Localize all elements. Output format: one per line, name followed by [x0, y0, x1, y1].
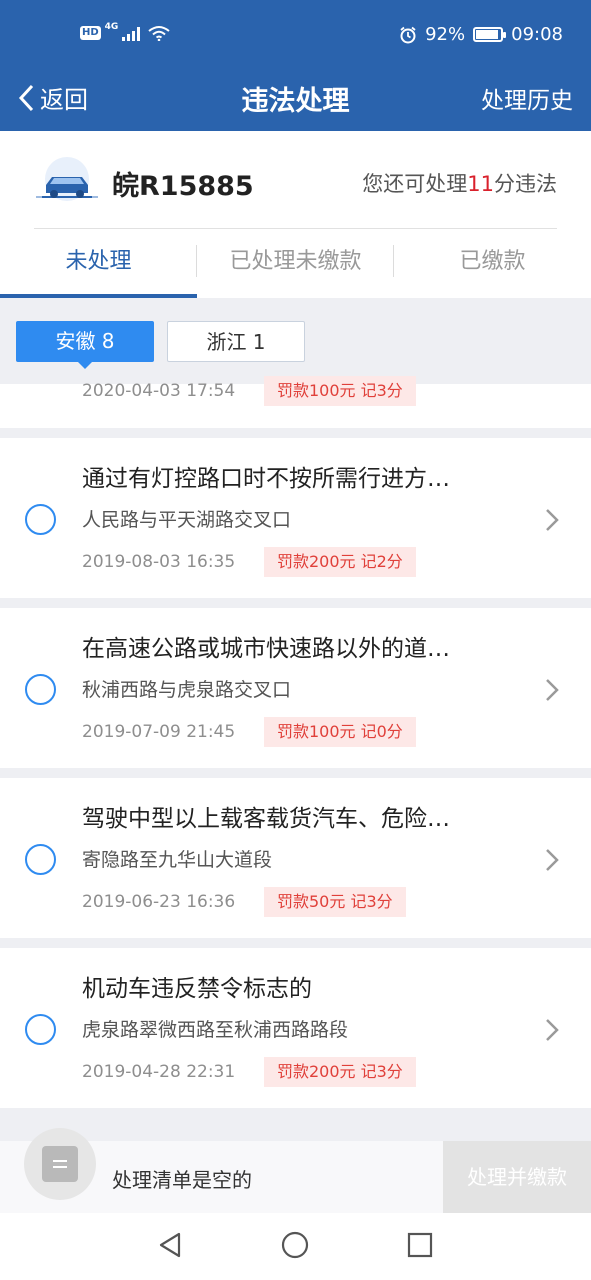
back-button[interactable]: 返回 [18, 80, 88, 115]
network-type: 4G [104, 22, 119, 32]
nav-back-icon[interactable] [157, 1231, 183, 1259]
violation-location: 寄隐路至九华山大道段 [82, 849, 273, 871]
select-radio[interactable] [25, 844, 56, 875]
status-tabs: 未处理 已处理未缴款 已缴款 [0, 229, 591, 298]
car-icon [36, 157, 98, 201]
violation-time: 2019-07-09 21:45 [82, 722, 236, 742]
violation-title: 通过有灯控路口时不按所需行进方… [82, 466, 450, 492]
checkout-bar: 处理清单是空的 处理并缴款 [0, 1128, 591, 1213]
select-radio[interactable] [25, 674, 56, 705]
fine-badge: 罚款50元 记3分 [264, 887, 406, 917]
fine-badge: 罚款200元 记3分 [264, 1057, 416, 1087]
status-bar: HD 4G 92% 09:08 [0, 0, 591, 72]
violation-title: 在高速公路或城市快速路以外的道… [82, 636, 450, 662]
remaining-prefix: 您还可处理 [362, 172, 468, 196]
history-button[interactable]: 处理历史 [481, 81, 573, 115]
car-panel: 皖R15885 您还可处理11分违法 未处理 已处理未缴款 已缴款 [0, 131, 591, 298]
remaining-points-value: 11 [467, 172, 494, 196]
select-radio[interactable] [25, 504, 56, 535]
province-chip-anhui[interactable]: 安徽 8 [16, 321, 154, 369]
violation-item[interactable]: 通过有灯控路口时不按所需行进方… 人民路与平天湖路交叉口 2019-08-03 … [0, 438, 591, 598]
cart-empty-text: 处理清单是空的 [112, 1168, 252, 1192]
back-label: 返回 [40, 86, 88, 114]
fine-badge: 罚款100元 记0分 [264, 717, 416, 747]
violation-location: 虎泉路翠微西路至秋浦西路路段 [82, 1019, 349, 1041]
violation-time: 2019-04-28 22:31 [82, 1062, 236, 1082]
system-nav-bar [0, 1213, 591, 1280]
violation-title: 驾驶中型以上载客载货汽车、危险… [82, 806, 450, 832]
clock: 09:08 [511, 24, 563, 45]
battery-percent: 92% [425, 24, 466, 45]
violation-time: 2019-08-03 16:35 [82, 552, 236, 572]
nav-bar: 返回 违法处理 处理历史 [0, 72, 591, 131]
chevron-left-icon [18, 84, 34, 111]
violation-item[interactable]: 在高速公路或城市快速路以外的道… 秋浦西路与虎泉路交叉口 2019-07-09 … [0, 608, 591, 768]
chevron-right-icon [546, 1019, 559, 1041]
app-header: HD 4G 92% 09:08 返回 违法处理 处理历史 [0, 0, 591, 131]
violation-location: 秋浦西路与虎泉路交叉口 [82, 679, 292, 701]
violation-item[interactable]: 机动车违反禁令标志的 虎泉路翠微西路至秋浦西路路段 2019-04-28 22:… [0, 948, 591, 1108]
fine-badge: 罚款100元 记3分 [264, 376, 416, 406]
violation-time: 2019-06-23 16:36 [82, 892, 236, 912]
wifi-icon [148, 26, 170, 41]
nav-home-icon[interactable] [281, 1231, 309, 1259]
list-icon [42, 1146, 78, 1182]
province-filter: 安徽 8 浙江 1 [0, 298, 591, 384]
select-radio[interactable] [25, 1014, 56, 1045]
status-right: 92% 09:08 [399, 24, 563, 45]
nav-recents-icon[interactable] [407, 1231, 433, 1259]
battery-icon [473, 27, 507, 42]
chevron-right-icon [546, 849, 559, 871]
list-item-partial[interactable]: 2020-04-03 17:54 罚款100元 记3分 [0, 376, 591, 428]
signal-icon [122, 27, 141, 41]
fine-badge: 罚款200元 记2分 [264, 547, 416, 577]
tab-unprocessed[interactable]: 未处理 [0, 229, 197, 298]
violation-time: 2020-04-03 17:54 [82, 381, 236, 401]
remaining-suffix: 分违法 [494, 172, 557, 196]
tab-processed-unpaid[interactable]: 已处理未缴款 [197, 229, 394, 298]
alarm-icon [400, 26, 416, 43]
battery-fill [476, 30, 499, 39]
violation-title: 机动车违反禁令标志的 [82, 976, 312, 1002]
tab-paid[interactable]: 已缴款 [394, 229, 591, 298]
license-plate: 皖R15885 [112, 171, 254, 202]
remaining-points: 您还可处理11分违法 [362, 168, 557, 198]
chevron-right-icon [546, 509, 559, 531]
province-chip-zhejiang[interactable]: 浙江 1 [167, 321, 305, 362]
violation-item[interactable]: 驾驶中型以上载客载货汽车、危险… 寄隐路至九华山大道段 2019-06-23 1… [0, 778, 591, 938]
hd-badge: HD [80, 26, 101, 40]
chevron-right-icon [546, 679, 559, 701]
cart-button[interactable] [24, 1128, 96, 1200]
process-and-pay-button[interactable]: 处理并缴款 [443, 1141, 591, 1213]
violation-location: 人民路与平天湖路交叉口 [82, 509, 292, 531]
status-left: HD 4G [80, 22, 170, 41]
